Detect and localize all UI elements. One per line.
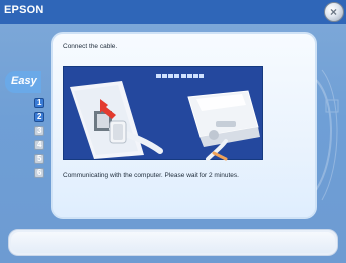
status-bar-inner — [11, 232, 335, 253]
step-6-label: 6 — [37, 168, 42, 177]
status-bar — [8, 229, 338, 256]
step-3-label: 3 — [37, 126, 42, 135]
step-6[interactable]: 6 — [34, 168, 44, 178]
step-4[interactable]: 4 — [34, 140, 44, 150]
background-decoration — [316, 69, 339, 201]
easy-mode-tab[interactable]: Easy — [5, 71, 41, 93]
usb-illustration-svg — [70, 74, 260, 161]
step-5-label: 5 — [37, 154, 42, 163]
step-3[interactable]: 3 — [34, 126, 44, 136]
step-2-label: 2 — [37, 112, 42, 121]
step-4-label: 4 — [37, 140, 42, 149]
computer-side-icon — [70, 81, 144, 159]
close-button[interactable]: × — [324, 2, 344, 22]
step-1-label: 1 — [37, 98, 42, 107]
instruction-text: Connect the cable. — [63, 43, 118, 50]
title-bar: EPSON × — [0, 0, 346, 24]
progress-dots — [156, 74, 204, 78]
step-1[interactable]: 1 — [34, 98, 44, 108]
brand-title: EPSON — [4, 4, 44, 16]
wait-message: Communicating with the computer. Please … — [63, 172, 239, 179]
usb-connection-illustration — [63, 66, 263, 161]
close-icon: × — [330, 5, 338, 19]
left-rail: Easy 1 2 3 4 5 6 — [0, 24, 46, 239]
printer-icon — [187, 90, 260, 147]
step-2[interactable]: 2 — [34, 112, 44, 122]
step-5[interactable]: 5 — [34, 154, 44, 164]
epson-installer-window: EPSON × Easy 1 2 3 4 5 6 Connect the cab… — [0, 0, 346, 263]
easy-mode-label: Easy — [11, 75, 37, 87]
